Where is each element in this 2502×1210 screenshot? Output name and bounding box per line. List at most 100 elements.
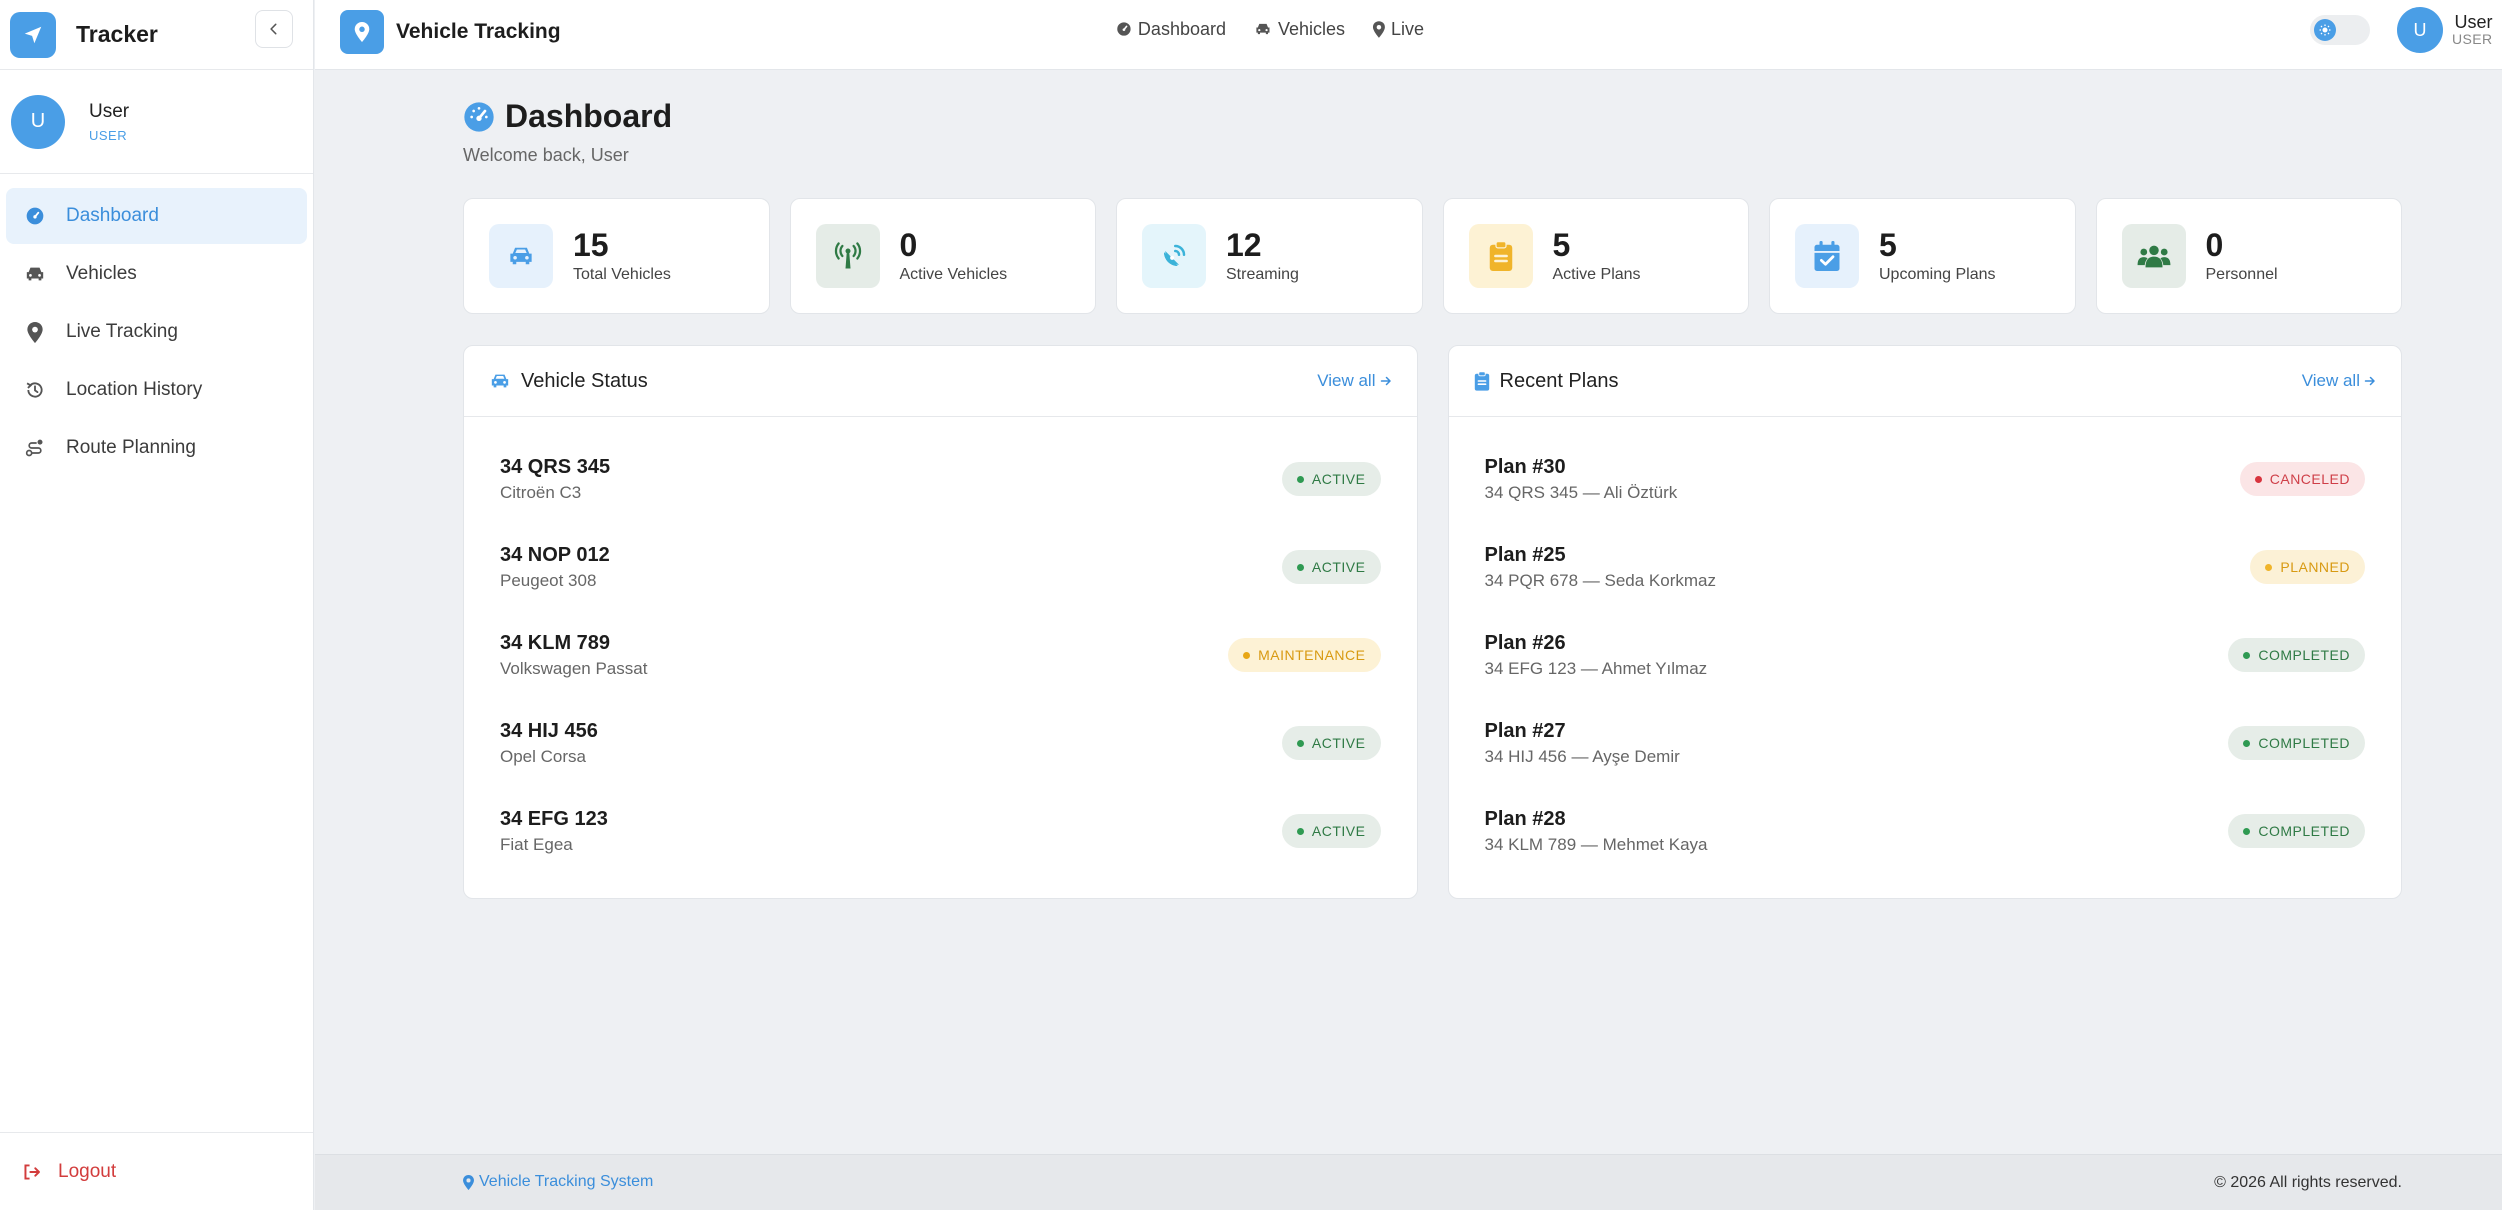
status-badge: MAINTENANCE <box>1228 638 1381 672</box>
gauge-icon <box>464 101 494 132</box>
stat-label: Active Plans <box>1552 265 1641 283</box>
plan-row[interactable]: Plan #25 34 PQR 678 — Seda Korkmaz PLANN… <box>1449 523 2402 611</box>
sidebar-item-dashboard[interactable]: Dashboard <box>6 188 307 244</box>
collapse-sidebar-button[interactable] <box>255 10 293 48</box>
stat-label: Total Vehicles <box>573 265 671 283</box>
sign-out-icon <box>22 1163 42 1181</box>
view-all-vehicles-link[interactable]: View all <box>1317 371 1391 391</box>
vehicle-row[interactable]: 34 HIJ 456 Opel Corsa ACTIVE <box>464 699 1417 787</box>
sun-icon <box>2314 19 2336 41</box>
arrow-right-icon <box>2364 376 2375 386</box>
vehicle-model: Volkswagen Passat <box>500 658 648 678</box>
topbar-brand[interactable]: Vehicle Tracking <box>340 10 561 54</box>
stat-label: Upcoming Plans <box>1879 265 1996 283</box>
map-pin-icon <box>1373 20 1386 38</box>
plan-row[interactable]: Plan #26 34 EFG 123 — Ahmet Yılmaz COMPL… <box>1449 611 2402 699</box>
topbar-user-menu[interactable]: U User USER <box>2397 7 2493 53</box>
stat-card-active-vehicles[interactable]: 0 Active Vehicles <box>789 198 1096 314</box>
car-icon <box>491 374 509 388</box>
gauge-icon <box>1117 22 1131 36</box>
status-badge: PLANNED <box>2250 550 2365 584</box>
vehicle-row[interactable]: 34 QRS 345 Citroën C3 ACTIVE <box>464 435 1417 523</box>
plan-title: Plan #30 <box>1484 455 1566 478</box>
vehicle-row[interactable]: 34 EFG 123 Fiat Egea ACTIVE <box>464 787 1417 875</box>
route-icon <box>24 437 46 459</box>
theme-toggle[interactable] <box>2310 15 2370 45</box>
panel-header: Recent Plans View all <box>1448 346 2401 417</box>
vehicle-model: Citroën C3 <box>500 482 582 502</box>
sidebar-item-live-tracking[interactable]: Live Tracking <box>6 304 307 360</box>
navigation-arrow-icon <box>10 11 56 58</box>
car-icon <box>1256 23 1270 35</box>
status-label: ACTIVE <box>1311 823 1366 839</box>
plan-row[interactable]: Plan #30 34 QRS 345 — Ali Öztürk CANCELE… <box>1449 435 2402 523</box>
page-subtitle: Welcome back, User <box>463 145 629 165</box>
sidebar-nav: Dashboard Vehicles Live Tracking Locatio… <box>0 174 313 476</box>
stat-value: 15 <box>573 227 609 264</box>
sidebar-brand: Tracker <box>0 0 313 70</box>
topnav-label: Live <box>1391 18 1425 39</box>
chevron-left-icon <box>270 23 277 35</box>
topnav-vehicles[interactable]: Vehicles <box>1254 19 1345 40</box>
stat-card-upcoming-plans[interactable]: 5 Upcoming Plans <box>1769 198 2076 314</box>
sidebar-item-vehicles[interactable]: Vehicles <box>6 246 307 302</box>
status-badge: COMPLETED <box>2228 814 2365 848</box>
vehicle-plate: 34 KLM 789 <box>500 631 611 654</box>
map-pin-icon <box>24 321 46 343</box>
logout-button[interactable]: Logout <box>0 1132 313 1210</box>
history-icon <box>24 379 46 401</box>
plan-detail: 34 HIJ 456 — Ayşe Demir <box>1484 746 1680 766</box>
status-badge: ACTIVE <box>1281 814 1381 848</box>
user-name: User <box>89 100 130 122</box>
topbar-nav: Dashboard Vehicles Live <box>1116 0 1424 58</box>
vehicle-plate: 34 NOP 012 <box>500 543 610 566</box>
vehicle-model: Opel Corsa <box>500 746 586 766</box>
vehicle-plate: 34 QRS 345 <box>500 455 611 478</box>
plan-detail: 34 PQR 678 — Seda Korkmaz <box>1484 570 1717 590</box>
vehicle-list: 34 QRS 345 Citroën C3 ACTIVE 34 NOP 012 … <box>464 417 1417 875</box>
plan-title: Plan #26 <box>1484 631 1566 654</box>
status-label: PLANNED <box>2280 559 2350 575</box>
stat-card-active-plans[interactable]: 5 Active Plans <box>1442 198 1749 314</box>
vehicle-row[interactable]: 34 NOP 012 Peugeot 308 ACTIVE <box>464 523 1417 611</box>
sidebar-item-label: Dashboard <box>66 205 159 226</box>
antenna-icon <box>815 224 880 288</box>
footer-brand-link[interactable]: Vehicle Tracking System <box>463 1173 653 1191</box>
plan-detail: 34 QRS 345 — Ali Öztürk <box>1484 482 1678 502</box>
satellite-dish-icon <box>1142 224 1206 288</box>
sidebar: Tracker U User USER Dashboard Vehicles L… <box>0 0 314 1210</box>
copyright: © 2026 All rights reserved. <box>2214 1174 2402 1191</box>
view-all-plans-link[interactable]: View all <box>2302 371 2376 391</box>
stat-card-personnel[interactable]: 0 Personnel <box>2095 198 2402 314</box>
view-all-label: View all <box>1317 371 1376 390</box>
vehicle-row[interactable]: 34 KLM 789 Volkswagen Passat MAINTENANCE <box>464 611 1417 699</box>
stat-value: 5 <box>1552 227 1571 264</box>
stat-label: Streaming <box>1226 265 1299 283</box>
sidebar-item-location-history[interactable]: Location History <box>6 362 307 418</box>
car-icon <box>24 263 46 285</box>
footer-brand: Vehicle Tracking System <box>479 1173 654 1190</box>
stat-card-streaming[interactable]: 12 Streaming <box>1116 198 1423 314</box>
view-all-label: View all <box>2301 371 2360 390</box>
topnav-dashboard[interactable]: Dashboard <box>1116 19 1226 40</box>
sidebar-item-route-planning[interactable]: Route Planning <box>6 420 307 476</box>
stat-card-total-vehicles[interactable]: 15 Total Vehicles <box>463 198 770 314</box>
stat-value: 0 <box>2205 227 2224 264</box>
clipboard-icon <box>1468 224 1533 288</box>
stat-value: 12 <box>1226 227 1262 264</box>
vehicle-model: Peugeot 308 <box>500 570 597 590</box>
page-title: Dashboard <box>505 98 673 134</box>
status-badge: CANCELED <box>2239 462 2365 496</box>
topnav-label: Dashboard <box>1137 18 1226 39</box>
user-role: USER <box>89 127 128 143</box>
status-label: COMPLETED <box>2258 735 2350 751</box>
topnav-live[interactable]: Live <box>1373 19 1424 40</box>
plan-row[interactable]: Plan #28 34 KLM 789 — Mehmet Kaya COMPLE… <box>1449 787 2402 875</box>
plan-row[interactable]: Plan #27 34 HIJ 456 — Ayşe Demir COMPLET… <box>1449 699 2402 787</box>
status-badge: COMPLETED <box>2228 726 2365 760</box>
status-badge: ACTIVE <box>1281 726 1381 760</box>
map-pin-icon <box>340 10 384 54</box>
arrow-right-icon <box>1380 376 1391 386</box>
topnav-label: Vehicles <box>1277 18 1346 39</box>
gauge-icon <box>24 205 46 227</box>
